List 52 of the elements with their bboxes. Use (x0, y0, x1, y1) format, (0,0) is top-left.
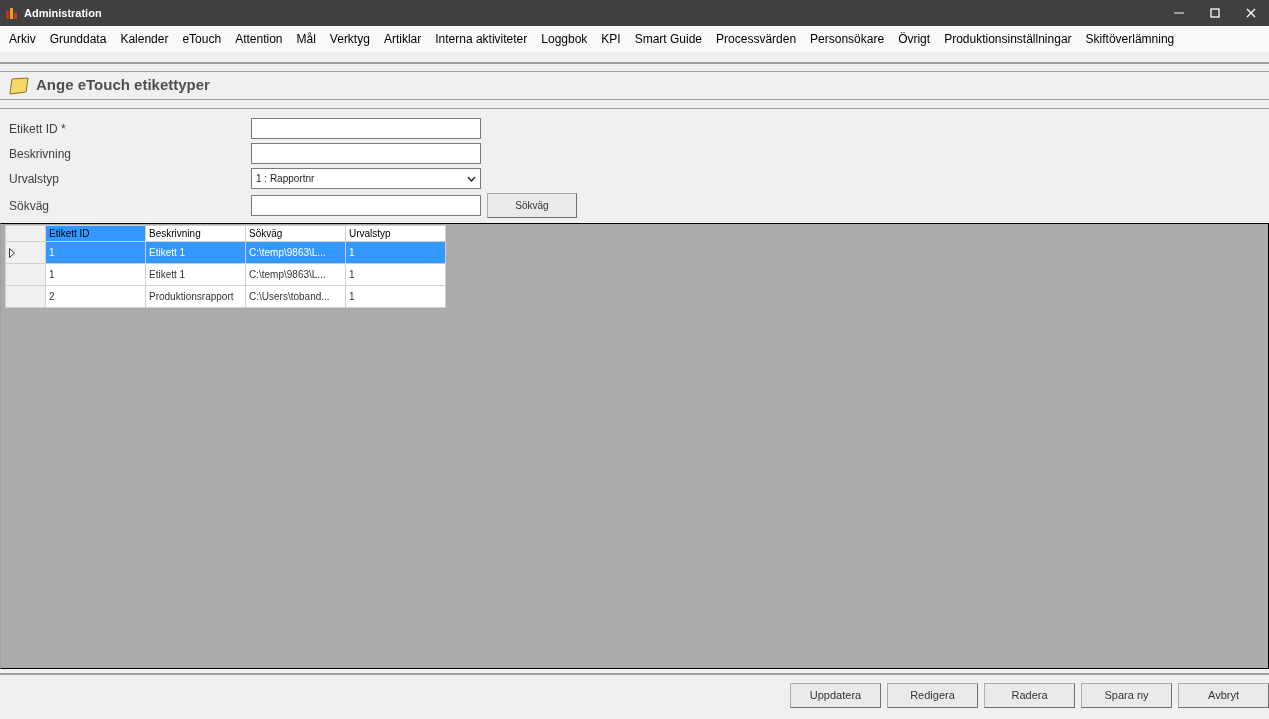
table-cell: Etikett 1 (145, 263, 246, 286)
column-header[interactable]: Sökväg (245, 225, 346, 242)
column-header[interactable]: Beskrivning (145, 225, 246, 242)
dropdown[interactable]: 1 : Rapportnr (251, 168, 481, 189)
input-field[interactable] (251, 195, 481, 216)
menu-item[interactable]: Skiftöverlämning (1080, 30, 1180, 48)
menu-item[interactable]: Smart Guide (629, 30, 708, 48)
menu-item[interactable]: Övrigt (893, 30, 936, 48)
menu-item[interactable]: Artiklar (378, 30, 427, 48)
action-button[interactable]: Radera (984, 683, 1075, 708)
field-label: Beskrivning (9, 145, 73, 163)
menu-item[interactable]: KPI (596, 30, 626, 48)
field-label: Urvalstyp (9, 170, 60, 188)
action-button[interactable]: Spara ny (1081, 683, 1172, 708)
input-field[interactable] (251, 143, 481, 164)
column-header[interactable]: Etikett ID (45, 225, 146, 242)
window-title: Administration (24, 5, 102, 21)
menu-item[interactable]: Mål (291, 30, 321, 48)
table-cell: C:\Users\toband... (245, 285, 346, 308)
field-label: Sökväg (9, 197, 51, 215)
browse-button[interactable]: Sökväg (487, 193, 577, 218)
close-icon[interactable] (1246, 8, 1256, 18)
menu-item[interactable]: Verktyg (324, 30, 375, 48)
table-cell: 1 (45, 263, 146, 286)
page-title: Ange eTouch etikettyper (36, 75, 210, 96)
maximize-icon[interactable] (1210, 8, 1220, 18)
menu-item[interactable]: Attention (230, 30, 288, 48)
table-cell: Produktionsrapport (145, 285, 246, 308)
menu-item[interactable]: Arkiv (4, 30, 41, 48)
action-button[interactable]: Uppdatera (790, 683, 881, 708)
menu-item[interactable]: Loggbok (536, 30, 593, 48)
note-icon (8, 76, 30, 95)
menu-item[interactable]: Processvärden (711, 30, 802, 48)
app-icon (5, 6, 19, 20)
menu-item[interactable]: Interna aktiviteter (430, 30, 533, 48)
input-field[interactable] (251, 118, 481, 139)
field-label: Etikett ID * (9, 120, 67, 138)
menu-item[interactable]: Grunddata (44, 30, 112, 48)
row-header[interactable] (5, 241, 46, 264)
action-button[interactable]: Redigera (887, 683, 978, 708)
menu-item[interactable]: Personsökare (805, 30, 890, 48)
menu-item[interactable]: eTouch (177, 30, 227, 48)
action-button[interactable]: Avbryt (1178, 683, 1269, 708)
chevron-icon (467, 175, 476, 182)
column-header[interactable]: Urvalstyp (345, 225, 446, 242)
menu-item[interactable]: Kalender (115, 30, 174, 48)
table-cell: 2 (45, 285, 146, 308)
table-cell: 1 (345, 285, 446, 308)
current-row-icon (9, 248, 15, 259)
menu-item[interactable]: Produktionsinställningar (939, 30, 1077, 48)
table-cell: 1 (345, 263, 446, 286)
table-cell: C:\temp\9863\L... (245, 263, 346, 286)
